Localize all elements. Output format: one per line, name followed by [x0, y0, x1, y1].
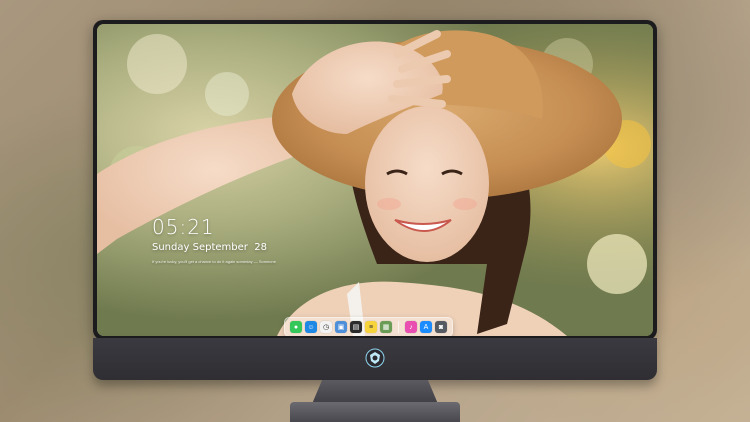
- dock-separator: [398, 321, 399, 333]
- desktop-screen: 05:21 Sunday September 28 If you're luck…: [97, 24, 653, 336]
- claquette-icon[interactable]: ▤: [350, 321, 362, 333]
- finder-icon[interactable]: ☺: [305, 321, 317, 333]
- monitor-stand-base: [290, 402, 460, 422]
- brand-logo-icon: [365, 348, 385, 368]
- screenshot-icon[interactable]: ◙: [435, 321, 447, 333]
- preview-icon[interactable]: ▣: [335, 321, 347, 333]
- monitor: 05:21 Sunday September 28 If you're luck…: [93, 20, 657, 340]
- music-icon[interactable]: ♪: [405, 321, 417, 333]
- app-store-icon[interactable]: A: [420, 321, 432, 333]
- lock-quote: If you're lucky, you'll get a chance to …: [152, 259, 276, 264]
- monitor-chin: [93, 338, 657, 380]
- wallpaper-photo: [97, 24, 653, 336]
- monitor-stand: [312, 380, 438, 404]
- dock: ● ☺ ◷ ▣ ▤ ≡ ▦ ♪ A ◙: [284, 317, 453, 336]
- lock-date: Sunday September 28: [152, 242, 267, 253]
- clock-icon[interactable]: ◷: [320, 321, 332, 333]
- image-capture-icon[interactable]: ▦: [380, 321, 392, 333]
- messages-icon[interactable]: ●: [290, 321, 302, 333]
- notes-icon[interactable]: ≡: [365, 321, 377, 333]
- lock-clock: 05:21: [152, 215, 215, 239]
